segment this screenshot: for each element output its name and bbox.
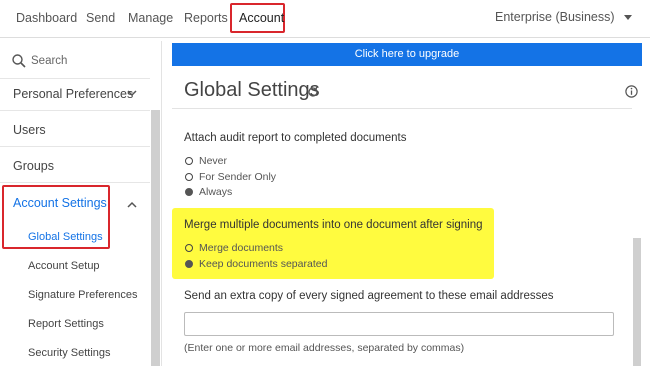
sidebar-subitem-account-setup[interactable]: Account Setup (28, 260, 100, 272)
option-label: Always (199, 186, 233, 198)
chevron-up-icon[interactable] (127, 201, 137, 208)
info-icon[interactable] (625, 85, 638, 98)
divider (172, 108, 632, 109)
divider (0, 146, 150, 147)
option-label: Never (199, 155, 228, 167)
option-label: Keep documents separated (199, 258, 328, 270)
main-scrollbar[interactable] (633, 238, 641, 366)
nav-send[interactable]: Send (86, 11, 115, 25)
option-label: For Sender Only (199, 171, 277, 183)
radio-button-selected[interactable] (185, 188, 193, 196)
email-copy-label: Send an extra copy of every signed agree… (184, 290, 554, 302)
merge-option-merge[interactable]: Merge documents (185, 242, 283, 254)
audit-report-label: Attach audit report to completed documen… (184, 132, 407, 144)
page-title: Global Settings (184, 79, 320, 101)
radio-button[interactable] (185, 244, 193, 252)
nav-reports[interactable]: Reports (184, 11, 228, 25)
nav-account[interactable]: Account (239, 11, 284, 25)
chevron-down-icon[interactable] (127, 90, 137, 97)
sidebar-item-personal-preferences[interactable]: Personal Preferences (13, 87, 133, 101)
nav-manage[interactable]: Manage (128, 11, 173, 25)
merge-option-separate[interactable]: Keep documents separated (185, 258, 327, 270)
refresh-icon[interactable] (307, 86, 319, 98)
account-menu-label: Enterprise (Business) (495, 10, 615, 24)
sidebar-subitem-signature-preferences[interactable]: Signature Preferences (28, 289, 137, 301)
sidebar-search[interactable]: Search (0, 41, 150, 79)
divider (0, 110, 150, 111)
sidebar-item-groups[interactable]: Groups (13, 159, 54, 173)
radio-button[interactable] (185, 173, 193, 181)
radio-button[interactable] (185, 157, 193, 165)
sidebar-subitem-security-settings[interactable]: Security Settings (28, 347, 111, 359)
search-icon (12, 54, 26, 68)
sidebar-subitem-global-settings[interactable]: Global Settings (28, 231, 103, 243)
email-copy-hint: (Enter one or more email addresses, sepa… (184, 342, 465, 354)
radio-button-selected[interactable] (185, 260, 193, 268)
search-placeholder: Search (31, 55, 68, 67)
merge-label: Merge multiple documents into one docume… (184, 219, 483, 231)
sidebar-item-account-settings[interactable]: Account Settings (13, 196, 107, 210)
sidebar-scrollbar[interactable] (151, 110, 160, 366)
caret-down-icon (624, 15, 632, 21)
audit-option-always[interactable]: Always (185, 186, 232, 198)
upgrade-banner[interactable]: Click here to upgrade (172, 43, 642, 66)
sidebar-item-users[interactable]: Users (13, 123, 46, 137)
divider (0, 182, 150, 183)
audit-option-never[interactable]: Never (185, 155, 227, 167)
email-copy-input[interactable] (184, 312, 614, 336)
nav-dashboard[interactable]: Dashboard (16, 11, 77, 25)
option-label: Merge documents (199, 242, 284, 254)
account-menu[interactable]: Enterprise (Business) (495, 10, 632, 24)
audit-option-sender-only[interactable]: For Sender Only (185, 171, 276, 183)
sidebar-subitem-report-settings[interactable]: Report Settings (28, 318, 104, 330)
